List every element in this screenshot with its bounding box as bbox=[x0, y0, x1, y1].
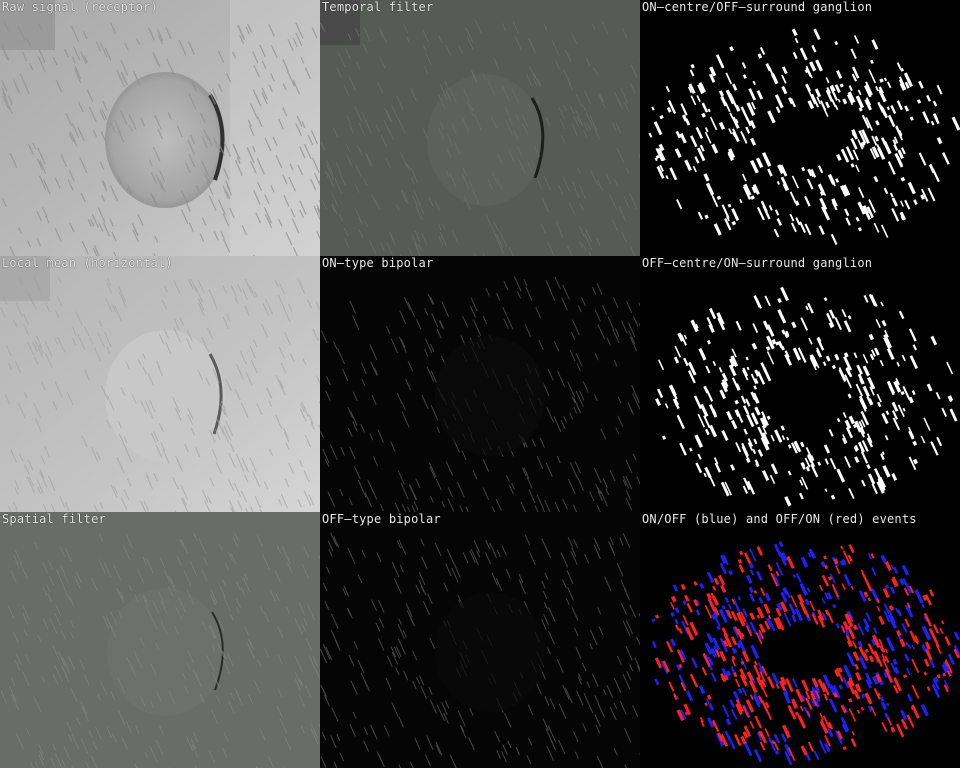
panel-combined-events: ON/OFF (blue) and OFF/ON (red) events bbox=[640, 512, 960, 768]
retina-visualization-grid: Raw signal (receptor) Temporal filter ON… bbox=[0, 0, 960, 768]
panel-off-type-bipolar: OFF—type bipolar bbox=[320, 512, 640, 768]
panel-label: ON—centre/OFF—surround ganglion bbox=[642, 0, 873, 14]
off-centre-ganglion-image bbox=[640, 256, 960, 512]
panel-spatial-filter: Spatial filter bbox=[0, 512, 320, 768]
panel-off-centre-ganglion: OFF—centre/ON—surround ganglion bbox=[640, 256, 960, 512]
panel-on-type-bipolar: ON—type bipolar bbox=[320, 256, 640, 512]
raw-signal-image bbox=[0, 0, 320, 256]
panel-label: OFF—type bipolar bbox=[322, 512, 441, 526]
panel-label: OFF—centre/ON—surround ganglion bbox=[642, 256, 873, 270]
spatial-filter-image bbox=[0, 512, 320, 768]
combined-events-image bbox=[640, 512, 960, 768]
local-mean-image bbox=[0, 256, 320, 512]
temporal-filter-image bbox=[320, 0, 640, 256]
off-type-bipolar-image bbox=[320, 512, 640, 768]
panel-label: ON—type bipolar bbox=[322, 256, 434, 270]
panel-label: Spatial filter bbox=[2, 512, 106, 526]
panel-on-centre-ganglion: ON—centre/OFF—surround ganglion bbox=[640, 0, 960, 256]
panel-label: Local mean (horizontal) bbox=[2, 256, 173, 270]
panel-label: Raw signal (receptor) bbox=[2, 0, 158, 14]
panel-local-mean: Local mean (horizontal) bbox=[0, 256, 320, 512]
panel-raw-signal: Raw signal (receptor) bbox=[0, 0, 320, 256]
on-centre-ganglion-image bbox=[640, 0, 960, 256]
panel-label: ON/OFF (blue) and OFF/ON (red) events bbox=[642, 512, 917, 526]
panel-temporal-filter: Temporal filter bbox=[320, 0, 640, 256]
panel-label: Temporal filter bbox=[322, 0, 434, 14]
on-type-bipolar-image bbox=[320, 256, 640, 512]
